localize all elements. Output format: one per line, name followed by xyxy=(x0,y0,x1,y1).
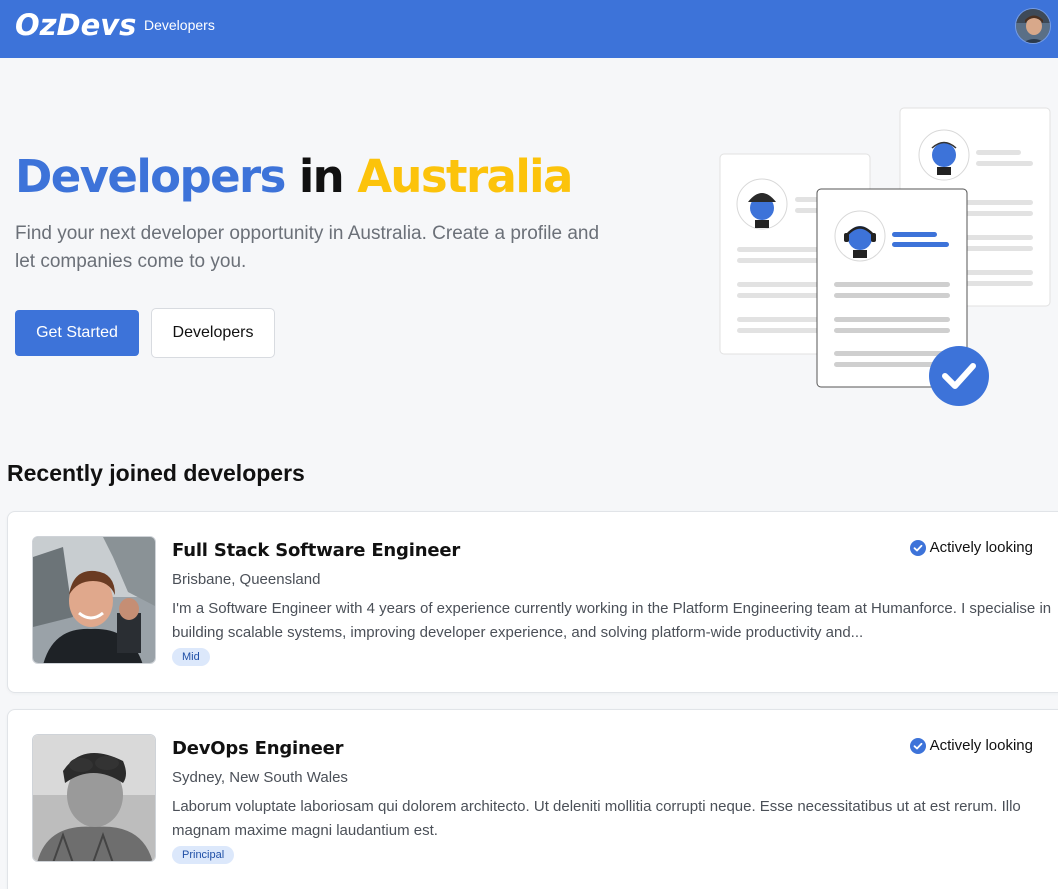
level-badge: Mid xyxy=(172,648,210,666)
logo[interactable]: OzDevs xyxy=(15,8,136,42)
check-circle-icon xyxy=(909,539,926,556)
recently-joined-title: Recently joined developers xyxy=(7,460,305,486)
user-avatar-icon xyxy=(1016,9,1050,43)
hero-title-in: in xyxy=(298,150,345,203)
status-indicator: Actively looking xyxy=(909,539,1033,556)
developer-photo xyxy=(32,734,156,862)
developer-location: Sydney, New South Wales xyxy=(172,769,348,786)
developer-title[interactable]: Full Stack Software Engineer xyxy=(172,540,460,561)
hero-subtitle: Find your next developer opportunity in … xyxy=(15,223,600,272)
hero-title: Developers in Australia xyxy=(15,150,573,203)
developer-description: I'm a Software Engineer with 4 years of … xyxy=(172,600,1052,641)
hero-illustration xyxy=(719,107,1051,406)
get-started-button[interactable]: Get Started xyxy=(15,310,139,356)
developer-location: Brisbane, Queensland xyxy=(172,571,321,588)
user-avatar[interactable] xyxy=(1015,8,1051,44)
developer-description: Laborum voluptate laboriosam qui dolorem… xyxy=(172,798,1021,839)
top-navbar: OzDevs Developers xyxy=(0,0,1058,58)
verified-check-icon xyxy=(929,346,989,406)
developer-card[interactable]: DevOps Engineer Sydney, New South Wales … xyxy=(7,709,1058,889)
check-circle-icon xyxy=(909,737,926,754)
developer-photo xyxy=(32,536,156,664)
hero-title-australia: Australia xyxy=(357,150,573,203)
status-text: Actively looking xyxy=(929,737,1033,754)
level-badge: Principal xyxy=(172,846,235,864)
nav-link-developers[interactable]: Developers xyxy=(144,17,215,33)
developers-button[interactable]: Developers xyxy=(151,308,275,358)
status-text: Actively looking xyxy=(929,539,1033,556)
status-indicator: Actively looking xyxy=(909,737,1033,754)
developer-card[interactable]: Full Stack Software Engineer Brisbane, Q… xyxy=(7,511,1058,693)
hero-title-developers: Developers xyxy=(15,150,286,203)
developer-title[interactable]: DevOps Engineer xyxy=(172,738,344,759)
